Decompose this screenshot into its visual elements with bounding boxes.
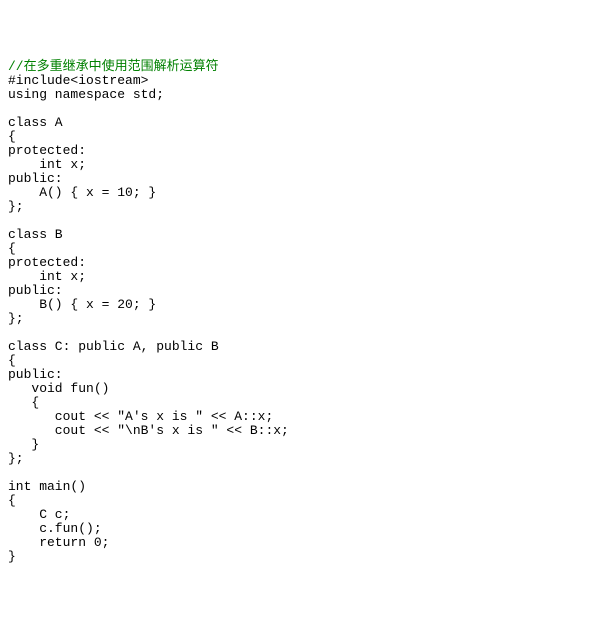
code-line: C c; <box>8 508 592 522</box>
code-line: protected: <box>8 256 592 270</box>
code-line: int main() <box>8 480 592 494</box>
code-block: //在多重继承中使用范围解析运算符#include<iostream>using… <box>8 60 592 564</box>
code-line: cout << "\nB's x is " << B::x; <box>8 424 592 438</box>
code-line: { <box>8 242 592 256</box>
code-line: return 0; <box>8 536 592 550</box>
code-line: c.fun(); <box>8 522 592 536</box>
code-line: { <box>8 130 592 144</box>
code-line: using namespace std; <box>8 88 592 102</box>
code-line: } <box>8 438 592 452</box>
code-line: int x; <box>8 158 592 172</box>
code-line: void fun() <box>8 382 592 396</box>
code-line: cout << "A's x is " << A::x; <box>8 410 592 424</box>
code-line: int x; <box>8 270 592 284</box>
code-line: }; <box>8 200 592 214</box>
code-line: class B <box>8 228 592 242</box>
code-line: }; <box>8 312 592 326</box>
code-line: protected: <box>8 144 592 158</box>
code-line: #include<iostream> <box>8 74 592 88</box>
code-line: //在多重继承中使用范围解析运算符 <box>8 60 592 74</box>
code-line: { <box>8 494 592 508</box>
code-line: class A <box>8 116 592 130</box>
code-line: class C: public A, public B <box>8 340 592 354</box>
code-line: } <box>8 550 592 564</box>
code-line: public: <box>8 368 592 382</box>
code-line <box>8 102 592 116</box>
code-line: public: <box>8 172 592 186</box>
code-line: B() { x = 20; } <box>8 298 592 312</box>
code-line: public: <box>8 284 592 298</box>
code-line <box>8 466 592 480</box>
code-line <box>8 326 592 340</box>
code-line: { <box>8 396 592 410</box>
code-line: }; <box>8 452 592 466</box>
code-line <box>8 214 592 228</box>
code-line: A() { x = 10; } <box>8 186 592 200</box>
code-line: { <box>8 354 592 368</box>
